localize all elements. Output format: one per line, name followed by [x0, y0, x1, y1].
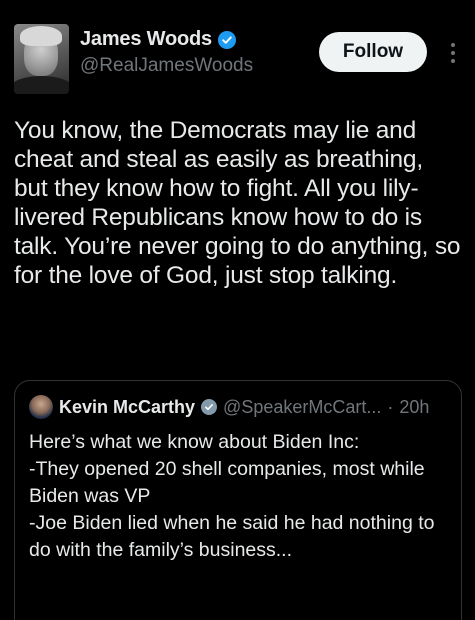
more-options-icon[interactable]: [443, 38, 463, 68]
follow-button[interactable]: Follow: [319, 32, 427, 72]
quoted-timestamp[interactable]: 20h: [399, 397, 429, 418]
quoted-tweet-header: Kevin McCarthy @SpeakerMcCart... · 20h: [29, 395, 447, 419]
author-display-name[interactable]: James Woods: [80, 28, 212, 51]
verified-badge-icon: [217, 30, 236, 49]
quoted-tweet-text: Here’s what we know about Biden Inc: -Th…: [29, 431, 435, 561]
quoted-author-avatar[interactable]: [29, 395, 53, 419]
quoted-tweet[interactable]: Kevin McCarthy @SpeakerMcCart... · 20h H…: [14, 380, 462, 620]
tweet-text: You know, the Democrats may lie and chea…: [14, 117, 461, 289]
author-names: James Woods @RealJamesWoods: [80, 28, 253, 77]
government-verified-badge-icon: [201, 399, 218, 415]
quoted-author-handle[interactable]: @SpeakerMcCart...: [223, 397, 381, 418]
tweet: James Woods @RealJamesWoods Follow You k…: [0, 0, 475, 620]
quoted-author-display-name[interactable]: Kevin McCarthy: [59, 397, 195, 418]
quoted-separator: ·: [387, 396, 394, 417]
tweet-header: James Woods @RealJamesWoods Follow: [14, 24, 463, 94]
author-avatar[interactable]: [14, 24, 69, 94]
author-handle[interactable]: @RealJamesWoods: [80, 55, 253, 77]
